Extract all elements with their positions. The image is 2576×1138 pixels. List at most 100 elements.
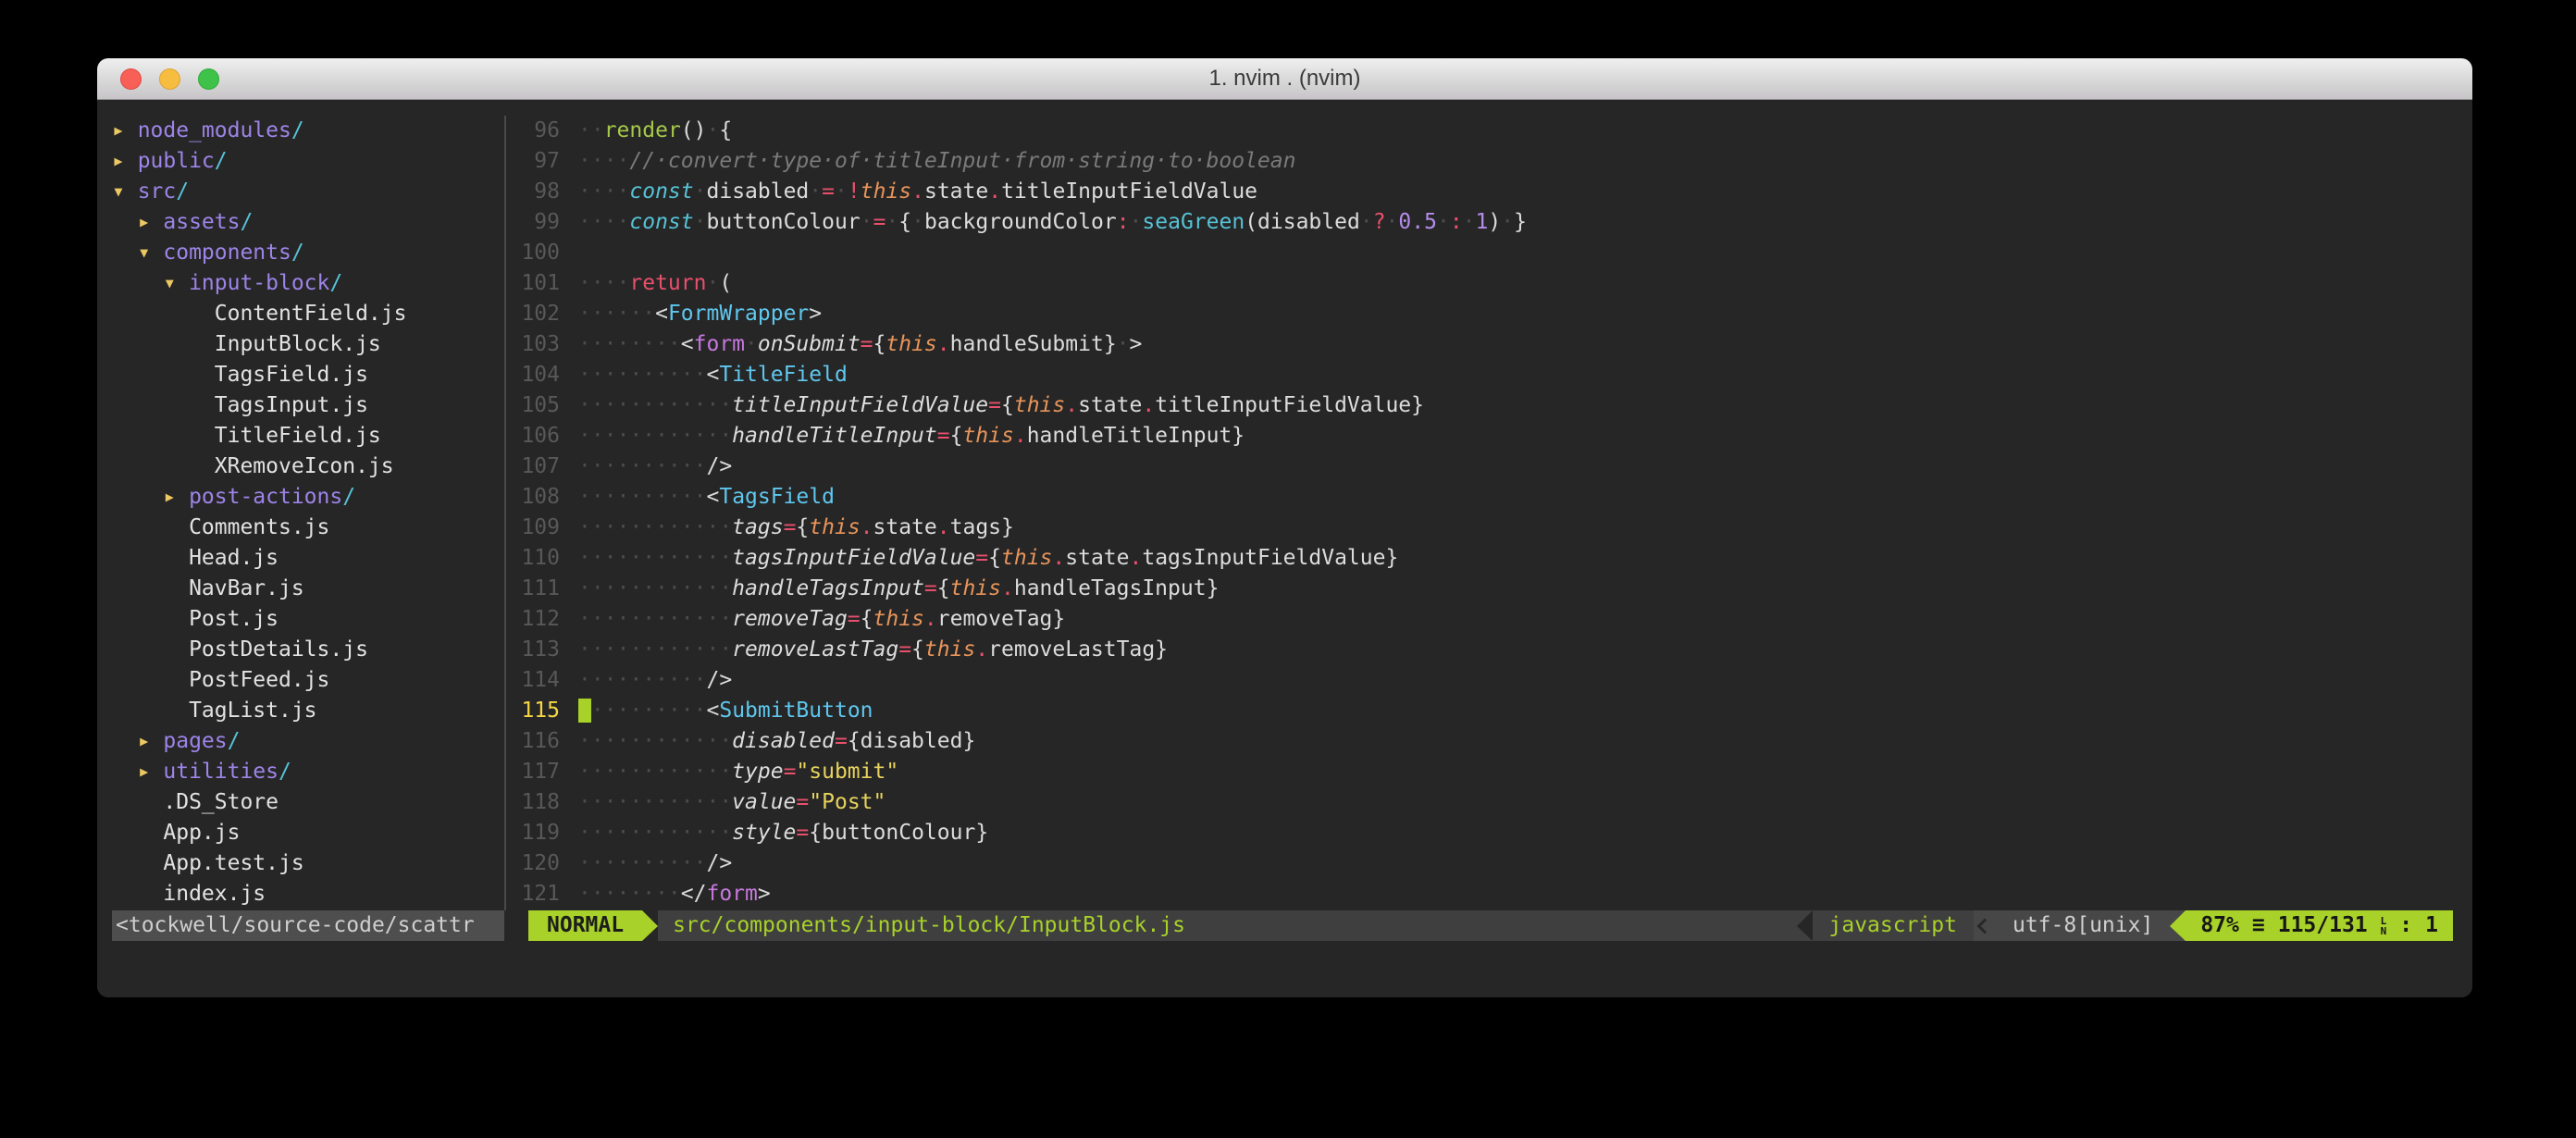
code-line-111[interactable]: 111············handleTagsInput={this.han… [515,574,2472,604]
file-name: TagList.js [189,699,316,723]
no-arrow-spacer [163,574,189,604]
code-line-97[interactable]: 97····//·convert·type·of·titleInput·from… [515,146,2472,177]
line-number: 99 [515,207,560,238]
code-line-102[interactable]: 102······<FormWrapper> [515,299,2472,329]
tree-item-inputblock.js[interactable]: InputBlock.js [112,329,504,360]
vim-command-line[interactable] [97,941,2472,971]
tree-item-head.js[interactable]: Head.js [112,543,504,574]
line-number: 100 [515,238,560,268]
code-line-109[interactable]: 109············tags={this.state.tags} [515,513,2472,543]
code-text: ········</form> [578,879,771,909]
tree-item-pages[interactable]: ▸pages/ [112,726,504,757]
code-line-110[interactable]: 110············tagsInputFieldValue={this… [515,543,2472,574]
code-text: ············removeTag={this.removeTag} [578,604,1065,635]
tree-item-xremoveicon.js[interactable]: XRemoveIcon.js [112,451,504,482]
folder-closed-arrow-icon[interactable]: ▸ [138,726,164,757]
tree-item-assets[interactable]: ▸assets/ [112,207,504,238]
line-number: 113 [515,635,560,665]
folder-open-arrow-icon[interactable]: ▾ [112,177,138,207]
folder-open-arrow-icon[interactable]: ▾ [138,238,164,268]
code-line-116[interactable]: 116············disabled={disabled} [515,726,2472,757]
code-line-101[interactable]: 101····return·( [515,268,2472,299]
code-line-120[interactable]: 120··········/> [515,848,2472,879]
line-number: 117 [515,757,560,787]
code-line-104[interactable]: 104··········<TitleField [515,360,2472,390]
minimize-button[interactable] [159,68,180,90]
file-name: Post.js [189,607,279,631]
tree-item-tagsfield.js[interactable]: TagsField.js [112,360,504,390]
no-arrow-spacer [163,635,189,665]
nerdtree-panel[interactable]: ▸node_modules/▸public/▾src/▸assets/▾comp… [97,116,504,910]
directory-name: src [138,179,177,204]
code-text: ··········/> [578,665,732,696]
line-number: 96 [515,116,560,146]
tree-item-components[interactable]: ▾components/ [112,238,504,268]
code-line-96[interactable]: 96··render()·{ [515,116,2472,146]
line-number: 101 [515,268,560,299]
code-line-105[interactable]: 105············titleInputFieldValue={thi… [515,390,2472,421]
code-line-99[interactable]: 99····const·buttonColour·=·{·backgroundC… [515,207,2472,238]
code-text: ··········/> [578,848,732,879]
code-line-106[interactable]: 106 ············handleTitleInput={this.ha… [515,421,2472,451]
tree-item-taglist.js[interactable]: TagList.js [112,696,504,726]
code-text: ············type="submit" [578,757,898,787]
tree-item-index.js[interactable]: index.js [112,879,504,909]
tree-item-titlefield.js[interactable]: TitleField.js [112,421,504,451]
tree-item-input-block[interactable]: ▾input-block/ [112,268,504,299]
tree-item-comments.js[interactable]: Comments.js [112,513,504,543]
tree-item-.ds_store[interactable]: .DS_Store [112,787,504,818]
directory-name: post-actions [189,485,342,509]
code-line-114[interactable]: 114··········/> [515,665,2472,696]
folder-closed-arrow-icon[interactable]: ▸ [112,146,138,177]
folder-closed-arrow-icon[interactable]: ▸ [112,116,138,146]
folder-closed-arrow-icon[interactable]: ▸ [163,482,189,513]
folder-closed-arrow-icon[interactable]: ▸ [138,207,164,238]
tree-item-postfeed.js[interactable]: PostFeed.js [112,665,504,696]
code-line-103[interactable]: 103········<form·onSubmit={this.handleSu… [515,329,2472,360]
line-number: 107 [515,451,560,482]
code-line-112[interactable]: 112············removeTag={this.removeTag… [515,604,2472,635]
tree-item-utilities[interactable]: ▸utilities/ [112,757,504,787]
file-name: ContentField.js [215,302,407,326]
file-name: TitleField.js [215,424,381,448]
close-button[interactable] [120,68,142,90]
code-line-117[interactable]: 117 ············type="submit" [515,757,2472,787]
zoom-button[interactable] [198,68,219,90]
tree-item-app.js[interactable]: App.js [112,818,504,848]
code-line-107[interactable]: 107··········/> [515,451,2472,482]
code-line-113[interactable]: 113 ············removeLastTag={this.remov… [515,635,2472,665]
code-line-115[interactable]: 115··········<SubmitButton [515,696,2472,726]
directory-name: assets [163,210,240,234]
code-text: ············handleTitleInput={this.handl… [578,421,1245,451]
tree-item-post-actions[interactable]: ▸post-actions/ [112,482,504,513]
powerline-arrow-left-lime-icon [2170,910,2186,941]
code-line-119[interactable]: 119············style={buttonColour} [515,818,2472,848]
folder-open-arrow-icon[interactable]: ▾ [163,268,189,299]
code-text: ············disabled={disabled} [578,726,975,757]
tree-item-public[interactable]: ▸public/ [112,146,504,177]
line-number-glyph-icon: LN [2381,916,2387,936]
code-line-100[interactable]: 100 [515,238,2472,268]
position-colon: : [2399,910,2412,941]
line-number: 111 [515,574,560,604]
line-number: 106 [515,421,560,451]
tree-item-app.test.js[interactable]: App.test.js [112,848,504,879]
file-name: Head.js [189,546,279,570]
code-line-118[interactable]: 118············value="Post" [515,787,2472,818]
code-line-108[interactable]: 108··········<TagsField [515,482,2472,513]
code-line-98[interactable]: 98····const·disabled·=·!this.state.title… [515,177,2472,207]
tree-item-postdetails.js[interactable]: PostDetails.js [112,635,504,665]
code-line-121[interactable]: 121········</form> [515,879,2472,909]
editor-buffer[interactable]: 96··render()·{97····//·convert·type·of·t… [504,116,2472,910]
code-text: ············removeLastTag={this.removeLa… [578,635,1168,665]
tree-item-navbar.js[interactable]: NavBar.js [112,574,504,604]
tree-item-src[interactable]: ▾src/ [112,177,504,207]
window-title: 1. nvim . (nvim) [1208,66,1360,92]
tree-item-contentfield.js[interactable]: ContentField.js [112,299,504,329]
tree-item-node_modules[interactable]: ▸node_modules/ [112,116,504,146]
folder-closed-arrow-icon[interactable]: ▸ [138,757,164,787]
tree-item-post.js[interactable]: Post.js [112,604,504,635]
directory-slash: / [279,760,291,784]
window-titlebar[interactable]: 1. nvim . (nvim) [97,58,2472,100]
tree-item-tagsinput.js[interactable]: TagsInput.js [112,390,504,421]
